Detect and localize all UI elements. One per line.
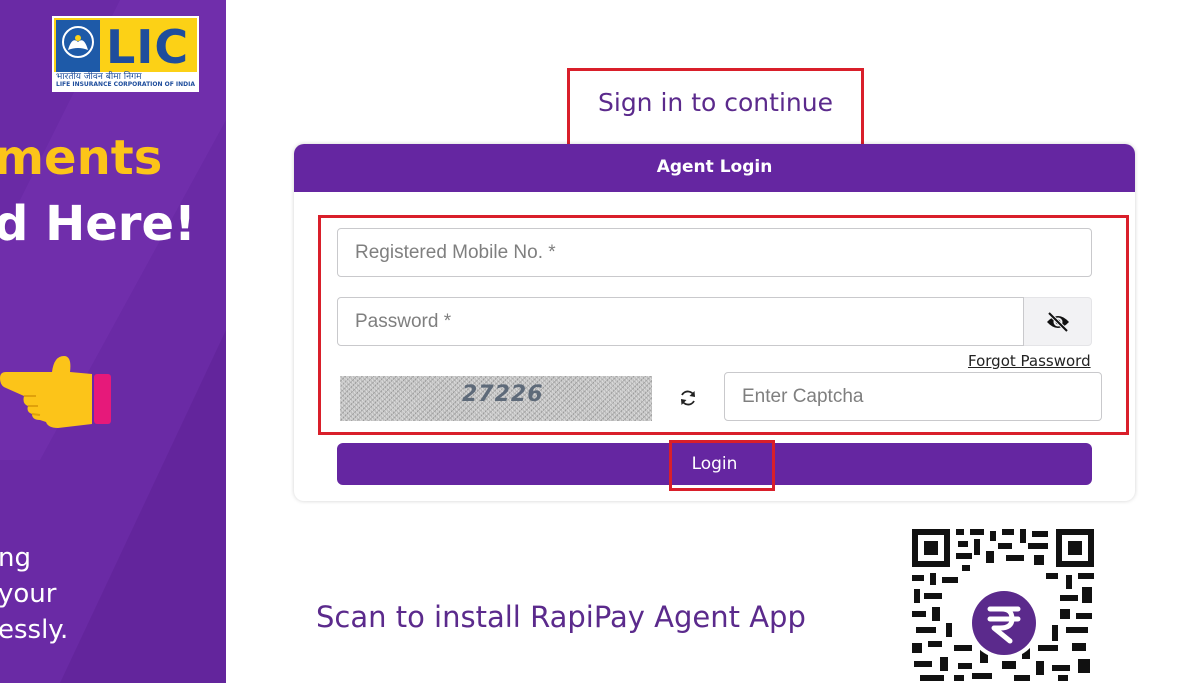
card-header: Agent Login bbox=[294, 144, 1135, 192]
promo-panel: LIC भारतीय जीवन बीमा निगम LIFE INSURANCE… bbox=[0, 0, 226, 683]
lic-emblem-icon bbox=[56, 20, 100, 74]
app-qr-code[interactable] bbox=[910, 527, 1096, 683]
promo-text-line-1: ng bbox=[0, 543, 31, 573]
promo-text-line-3: essly. bbox=[0, 615, 69, 645]
captcha-input[interactable] bbox=[724, 372, 1102, 421]
logo-text: LIC bbox=[106, 20, 190, 74]
signin-title: Sign in to continue bbox=[598, 88, 833, 117]
mobile-number-input[interactable] bbox=[337, 228, 1092, 277]
captcha-refresh-button[interactable] bbox=[674, 384, 702, 412]
captcha-code: 27226 bbox=[462, 382, 544, 407]
password-input[interactable] bbox=[337, 297, 1024, 346]
scan-install-text: Scan to install RapiPay Agent App bbox=[316, 600, 806, 634]
refresh-icon bbox=[681, 390, 695, 406]
page: LIC भारतीय जीवन बीमा निगम LIFE INSURANCE… bbox=[0, 0, 1178, 683]
captcha-image: 27226 bbox=[340, 376, 652, 421]
promo-headline-2: d Here! bbox=[0, 196, 196, 252]
forgot-password-link[interactable]: Forgot Password bbox=[968, 352, 1091, 370]
logo-strip: भारतीय जीवन बीमा निगम LIFE INSURANCE COR… bbox=[54, 72, 197, 90]
login-button[interactable]: Login bbox=[337, 443, 1092, 485]
logo-english-text: LIFE INSURANCE CORPORATION OF INDIA bbox=[56, 81, 196, 88]
promo-text-line-2: your bbox=[0, 579, 57, 609]
lic-logo: LIC भारतीय जीवन बीमा निगम LIFE INSURANCE… bbox=[52, 16, 199, 92]
pointing-hand-icon bbox=[0, 356, 111, 428]
promo-headline-1: ments bbox=[0, 130, 163, 186]
eye-slash-icon bbox=[1046, 311, 1069, 332]
password-visibility-toggle[interactable] bbox=[1024, 297, 1092, 346]
